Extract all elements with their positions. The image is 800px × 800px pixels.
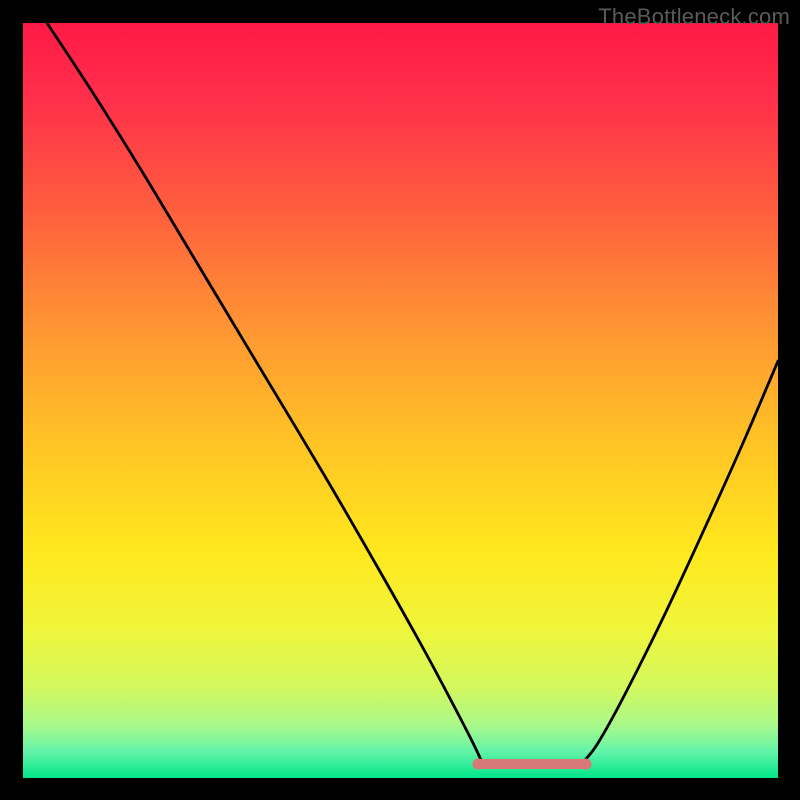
chart-frame: TheBottleneck.com [0, 0, 800, 800]
optimal-flat-cap-left [473, 759, 484, 770]
watermark-text: TheBottleneck.com [598, 4, 790, 30]
gradient-background [23, 23, 778, 778]
plot-area [23, 23, 778, 778]
optimal-flat-cap-right [581, 759, 592, 770]
plot-svg [23, 23, 778, 778]
